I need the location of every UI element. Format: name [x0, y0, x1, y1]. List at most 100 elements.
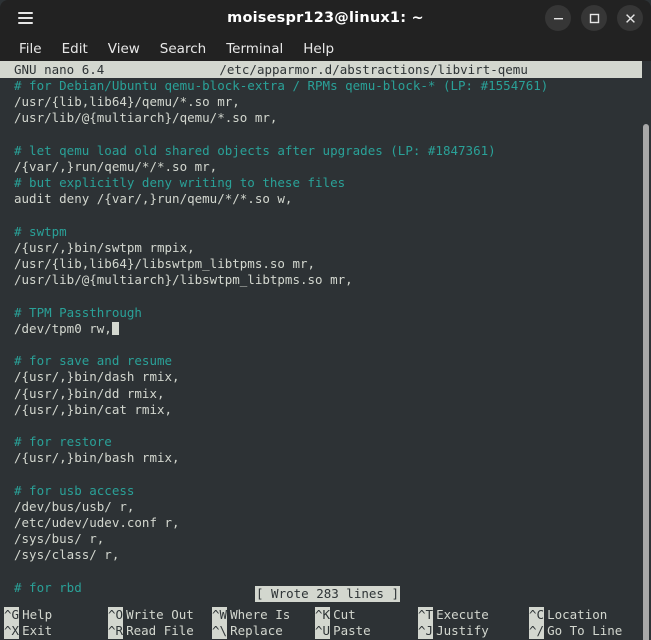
nano-line: /{usr/,}bin/cat rmix, [14, 402, 642, 418]
text-cursor [112, 322, 120, 335]
menu-item-edit[interactable]: Edit [52, 41, 98, 57]
minimize-button[interactable] [545, 5, 571, 31]
shortcut-key: ^R [108, 623, 123, 639]
nano-line-text: # for save and resume [14, 353, 172, 368]
nano-line: /{usr/,}bin/dd rmix, [14, 386, 642, 402]
nano-line-text: # TPM Passthrough [14, 305, 142, 320]
nano-line-text [14, 467, 22, 482]
menu-item-terminal[interactable]: Terminal [216, 41, 293, 57]
shortcut-key: ^T [418, 607, 433, 623]
shortcut-key: ^O [108, 607, 123, 623]
nano-text-buffer[interactable]: # for Debian/Ubuntu qemu-block-extra / R… [0, 78, 642, 603]
nano-line-text [14, 288, 22, 303]
shortcut-read-file[interactable]: ^RRead File [108, 623, 212, 639]
shortcut-label: Location [544, 607, 607, 623]
hamburger-menu-icon[interactable] [8, 1, 42, 35]
shortcut-column: ^GHelp^XExit [4, 606, 108, 640]
shortcut-key: ^J [418, 623, 433, 639]
nano-line-text: /{usr/,}bin/swtpm rmpix, [14, 240, 195, 255]
hamburger-line [18, 22, 33, 24]
nano-line: /dev/tpm0 rw, [14, 321, 642, 337]
nano-filename: /etc/apparmor.d/abstractions/libvirt-qem… [219, 61, 528, 78]
maximize-button[interactable] [581, 5, 607, 31]
shortcut-label: Replace [227, 623, 283, 639]
nano-line: # for usb access [14, 483, 642, 499]
shortcut-label: Paste [330, 623, 371, 639]
nano-line: /{usr/,}bin/swtpm rmpix, [14, 240, 642, 256]
nano-status-message: [ Wrote 283 lines ] [255, 586, 400, 602]
nano-line-text: /usr/lib/@{multiarch}/libswtpm_libtpms.s… [14, 272, 353, 287]
shortcut-column: ^TExecute^JJustify [418, 606, 529, 640]
shortcut-location[interactable]: ^CLocation [529, 607, 639, 623]
menu-item-file[interactable]: File [9, 41, 52, 57]
nano-line: /sys/bus/ r, [14, 531, 642, 547]
window-titlebar: moisespr123@linux1: ~ [0, 0, 651, 36]
shortcut-label: Justify [433, 623, 489, 639]
shortcut-key: ^U [315, 623, 330, 639]
shortcut-help[interactable]: ^GHelp [4, 607, 108, 623]
menubar: File Edit View Search Terminal Help [0, 36, 651, 61]
nano-line-text [14, 208, 22, 223]
nano-line [14, 564, 642, 580]
nano-line-text [14, 337, 22, 352]
shortcut-label: Read File [123, 623, 194, 639]
shortcut-write-out[interactable]: ^OWrite Out [108, 607, 212, 623]
shortcut-execute[interactable]: ^TExecute [418, 607, 529, 623]
shortcut-paste[interactable]: ^UPaste [315, 623, 418, 639]
nano-line: /usr/lib/@{multiarch}/qemu/*.so mr, [14, 110, 642, 126]
nano-line-text: audit deny /{var/,}run/qemu/*/*.so w, [14, 191, 292, 206]
shortcut-column: ^CLocation^/Go To Line [529, 606, 639, 640]
shortcut-key: ^\ [212, 623, 227, 639]
menu-item-help[interactable]: Help [293, 41, 344, 57]
nano-line-text: /usr/{lib,lib64}/qemu/*.so mr, [14, 94, 240, 109]
window-controls [545, 5, 643, 31]
shortcut-justify[interactable]: ^JJustify [418, 623, 529, 639]
nano-line-text [14, 127, 22, 142]
nano-line: /{usr/,}bin/bash rmix, [14, 450, 642, 466]
nano-line-text: /sys/bus/ r, [14, 531, 104, 546]
shortcut-key: ^C [529, 607, 544, 623]
nano-line [14, 467, 642, 483]
nano-line-text: /usr/{lib,lib64}/libswtpm_libtpms.so mr, [14, 256, 315, 271]
terminal-window: moisespr123@linux1: ~ File Edit [0, 0, 651, 640]
nano-line [14, 337, 642, 353]
shortcut-key: ^K [315, 607, 330, 623]
nano-line-text [14, 564, 22, 579]
nano-line: /usr/{lib,lib64}/qemu/*.so mr, [14, 94, 642, 110]
nano-line-text: /{usr/,}bin/dash rmix, [14, 369, 180, 384]
nano-line: /usr/{lib,lib64}/libswtpm_libtpms.so mr, [14, 256, 642, 272]
menu-item-search[interactable]: Search [150, 41, 216, 57]
menu-item-view[interactable]: View [98, 41, 150, 57]
shortcut-replace[interactable]: ^\Replace [212, 623, 315, 639]
close-icon [625, 13, 636, 24]
shortcut-column: ^KCut^UPaste [315, 606, 418, 640]
nano-line-text: # for rbd [14, 580, 82, 595]
maximize-icon [589, 13, 600, 24]
close-button[interactable] [617, 5, 643, 31]
nano-line [14, 208, 642, 224]
shortcut-column: ^OWrite Out^RRead File [108, 606, 212, 640]
nano-line-text: # for restore [14, 434, 112, 449]
shortcut-label: Exit [19, 623, 52, 639]
shortcut-where-is[interactable]: ^WWhere Is [212, 607, 315, 623]
hamburger-line [18, 17, 33, 19]
nano-line-text: # for usb access [14, 483, 134, 498]
scrollbar-thumb[interactable] [643, 124, 649, 640]
nano-line [14, 127, 642, 143]
nano-line: # for restore [14, 434, 642, 450]
nano-line-text: /{usr/,}bin/cat rmix, [14, 402, 172, 417]
hamburger-line [18, 12, 33, 14]
shortcut-label: Help [19, 607, 52, 623]
shortcut-key: ^X [4, 623, 19, 639]
shortcut-cut[interactable]: ^KCut [315, 607, 418, 623]
nano-line: audit deny /{var/,}run/qemu/*/*.so w, [14, 191, 642, 207]
shortcut-label: Cut [330, 607, 356, 623]
shortcut-label: Write Out [123, 607, 194, 623]
nano-line [14, 418, 642, 434]
terminal-scrollbar[interactable] [642, 122, 651, 640]
shortcut-exit[interactable]: ^XExit [4, 623, 108, 639]
shortcut-go-to-line[interactable]: ^/Go To Line [529, 623, 639, 639]
shortcut-key: ^/ [529, 623, 544, 639]
nano-line: /etc/udev/udev.conf r, [14, 515, 642, 531]
terminal-content[interactable]: GNU nano 6.4 /etc/apparmor.d/abstraction… [0, 61, 651, 640]
